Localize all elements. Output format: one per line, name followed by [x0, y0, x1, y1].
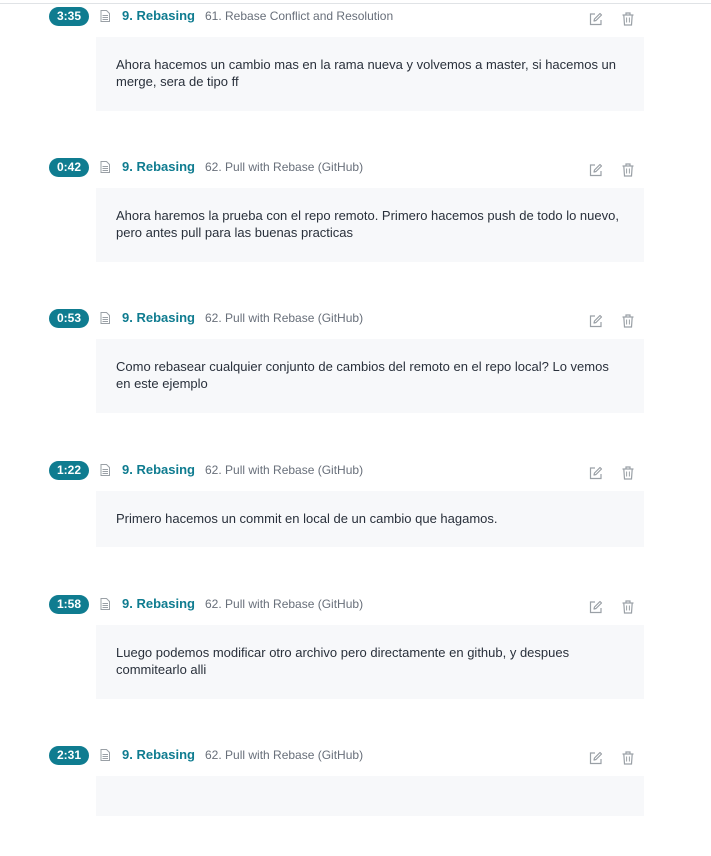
note-section-link[interactable]: 9. Rebasing	[122, 7, 195, 25]
note-body: Luego podemos modificar otro archivo per…	[96, 625, 644, 699]
edit-icon[interactable]	[589, 600, 603, 614]
note-item: 3:35 9. Rebasing 61. Rebase Conflict and…	[0, 7, 711, 111]
trash-icon[interactable]	[622, 751, 634, 765]
note-item: 1:58 9. Rebasing 62. Pull with Rebase (G…	[0, 595, 711, 699]
edit-icon[interactable]	[589, 751, 603, 765]
note-section-link[interactable]: 9. Rebasing	[122, 158, 195, 176]
document-icon	[100, 161, 110, 173]
edit-icon[interactable]	[589, 12, 603, 26]
document-icon	[100, 312, 110, 324]
note-timestamp-button[interactable]: 1:22	[49, 461, 89, 480]
note-lecture-title: 62. Pull with Rebase (GitHub)	[205, 748, 364, 762]
trash-icon[interactable]	[622, 600, 634, 614]
top-divider	[0, 3, 711, 4]
note-body: Primero hacemos un commit en local de un…	[96, 491, 644, 547]
note-lecture-title: 61. Rebase Conflict and Resolution	[205, 9, 394, 23]
edit-icon[interactable]	[589, 466, 603, 480]
note-lecture-title: 62. Pull with Rebase (GitHub)	[205, 463, 364, 477]
note-timestamp-button[interactable]: 0:53	[49, 309, 89, 328]
note-body: Ahora hacemos un cambio mas en la rama n…	[96, 37, 644, 111]
note-body: Ahora haremos la prueba con el repo remo…	[96, 188, 644, 262]
note-body	[96, 776, 644, 816]
document-icon	[100, 464, 110, 476]
trash-icon[interactable]	[622, 163, 634, 177]
edit-icon[interactable]	[589, 163, 603, 177]
document-icon	[100, 10, 110, 22]
note-header: 0:42 9. Rebasing 62. Pull with Rebase (G…	[0, 158, 711, 184]
note-body: Como rebasear cualquier conjunto de camb…	[96, 339, 644, 413]
document-icon	[100, 749, 110, 761]
edit-icon[interactable]	[589, 314, 603, 328]
notes-page: 3:35 9. Rebasing 61. Rebase Conflict and…	[0, 0, 711, 856]
note-header: 1:58 9. Rebasing 62. Pull with Rebase (G…	[0, 595, 711, 621]
trash-icon[interactable]	[622, 466, 634, 480]
trash-icon[interactable]	[622, 12, 634, 26]
document-icon	[100, 598, 110, 610]
note-section-link[interactable]: 9. Rebasing	[122, 595, 195, 613]
note-header: 0:53 9. Rebasing 62. Pull with Rebase (G…	[0, 309, 711, 335]
note-item: 0:53 9. Rebasing 62. Pull with Rebase (G…	[0, 309, 711, 413]
note-item: 2:31 9. Rebasing 62. Pull with Rebase (G…	[0, 746, 711, 816]
note-item: 1:22 9. Rebasing 62. Pull with Rebase (G…	[0, 461, 711, 547]
note-section-link[interactable]: 9. Rebasing	[122, 746, 195, 764]
note-timestamp-button[interactable]: 2:31	[49, 746, 89, 765]
note-timestamp-button[interactable]: 3:35	[49, 7, 89, 26]
note-lecture-title: 62. Pull with Rebase (GitHub)	[205, 597, 364, 611]
note-timestamp-button[interactable]: 1:58	[49, 595, 89, 614]
note-section-link[interactable]: 9. Rebasing	[122, 461, 195, 479]
note-header: 2:31 9. Rebasing 62. Pull with Rebase (G…	[0, 746, 711, 772]
note-item: 0:42 9. Rebasing 62. Pull with Rebase (G…	[0, 158, 711, 262]
note-header: 3:35 9. Rebasing 61. Rebase Conflict and…	[0, 7, 711, 33]
note-section-link[interactable]: 9. Rebasing	[122, 309, 195, 327]
note-lecture-title: 62. Pull with Rebase (GitHub)	[205, 311, 364, 325]
note-timestamp-button[interactable]: 0:42	[49, 158, 89, 177]
trash-icon[interactable]	[622, 314, 634, 328]
note-header: 1:22 9. Rebasing 62. Pull with Rebase (G…	[0, 461, 711, 487]
note-lecture-title: 62. Pull with Rebase (GitHub)	[205, 160, 364, 174]
